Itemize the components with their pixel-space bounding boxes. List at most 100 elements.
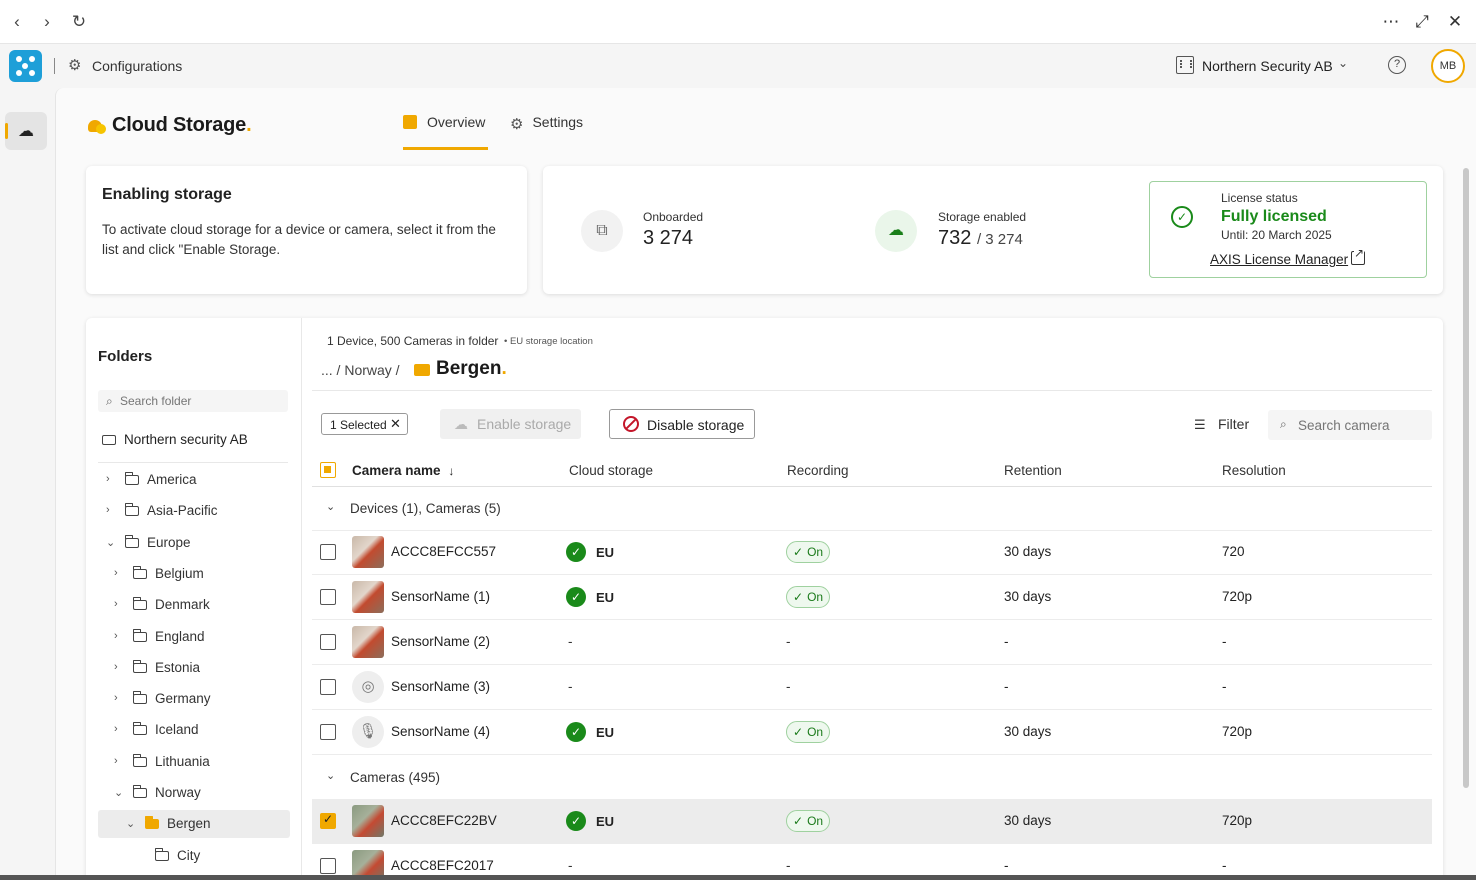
cloud-storage-empty: -: [568, 858, 573, 873]
chevron-down-icon[interactable]: ⌄: [126, 817, 135, 830]
folder-icon: [132, 753, 147, 767]
tab-overview[interactable]: Overview: [403, 114, 488, 150]
external-link-icon[interactable]: [1351, 246, 1365, 265]
check-circle-icon: ✓: [1171, 206, 1193, 228]
group-devices[interactable]: ⌄ Devices (1), Cameras (5): [312, 487, 1432, 531]
folders-divider: [98, 462, 288, 463]
chevron-right-icon[interactable]: ›: [114, 661, 118, 673]
column-cloud-storage[interactable]: Cloud storage: [569, 463, 653, 478]
check-icon: ✓: [793, 545, 804, 559]
chevron-down-icon[interactable]: ⌄: [326, 500, 335, 513]
table-row[interactable]: 🎙 SensorName (4) ✓ EU ✓ On 30 days 720p: [312, 710, 1432, 755]
page-title: Cloud Storage.: [112, 114, 252, 136]
folder-item[interactable]: City: [86, 842, 302, 870]
table-row[interactable]: SensorName (1) ✓ EU ✓ On 30 days 720p: [312, 575, 1432, 620]
row-checkbox[interactable]: [320, 589, 336, 605]
table-row[interactable]: SensorName (2) - - - -: [312, 620, 1432, 665]
folder-item[interactable]: › Iceland: [86, 716, 302, 744]
close-window-icon[interactable]: ✕: [1443, 10, 1467, 34]
recording-badge: ✓ On: [786, 721, 830, 743]
folder-root[interactable]: Northern security AB: [102, 432, 248, 447]
chevron-right-icon[interactable]: ›: [114, 567, 118, 579]
table-row[interactable]: ◎ SensorName (3) - - - -: [312, 665, 1432, 710]
folder-item[interactable]: › America: [86, 466, 302, 494]
chevron-right-icon[interactable]: ›: [106, 473, 110, 485]
disable-storage-button[interactable]: Disable storage: [609, 409, 755, 439]
breadcrumb[interactable]: ... / Norway /: [321, 362, 400, 378]
folder-item[interactable]: › Asia-Pacific: [86, 497, 302, 525]
folder-item[interactable]: › Denmark: [86, 591, 302, 619]
camera-name: ACCC8EFC2017: [391, 858, 494, 873]
app-logo-icon[interactable]: [9, 50, 42, 82]
chevron-down-icon[interactable]: ⌄: [326, 769, 335, 782]
row-checkbox[interactable]: [320, 544, 336, 560]
help-icon[interactable]: ?: [1388, 56, 1406, 74]
cloud-storage-empty: -: [568, 634, 573, 649]
back-icon[interactable]: ‹: [6, 11, 28, 33]
folder-item-label: Estonia: [155, 659, 201, 675]
camera-search[interactable]: ⌕: [1268, 410, 1432, 440]
chevron-right-icon[interactable]: ›: [114, 755, 118, 767]
folder-item[interactable]: ⌄ Bergen: [98, 810, 290, 839]
user-avatar[interactable]: MB: [1431, 49, 1465, 83]
folder-item-label: Denmark: [155, 597, 210, 613]
column-resolution[interactable]: Resolution: [1222, 463, 1286, 478]
forward-icon[interactable]: ›: [36, 11, 58, 33]
organization-selector[interactable]: Northern Security AB: [1202, 58, 1333, 74]
folder-item[interactable]: ⌄ Europe: [86, 529, 302, 557]
recording-empty: -: [786, 634, 791, 649]
folder-item[interactable]: › Belgium: [86, 560, 302, 588]
row-checkbox[interactable]: [320, 812, 336, 829]
folder-item[interactable]: › Lithuania: [86, 748, 302, 776]
filter-icon: ☰: [1194, 417, 1206, 432]
folder-item[interactable]: › Germany: [86, 685, 302, 713]
folder-item[interactable]: › England: [86, 623, 302, 651]
retention-value: -: [1004, 634, 1009, 649]
chevron-right-icon[interactable]: ›: [114, 723, 118, 735]
row-checkbox[interactable]: [320, 634, 336, 650]
filter-button[interactable]: ☰ Filter: [1194, 416, 1249, 433]
camera-name: SensorName (2): [391, 634, 491, 649]
chevron-right-icon[interactable]: ›: [114, 630, 118, 642]
resolution-value: 720: [1222, 544, 1245, 559]
folder-item[interactable]: ⌄ Norway: [86, 779, 302, 807]
enable-storage-button[interactable]: ☁ Enable storage: [440, 409, 581, 439]
select-all-checkbox[interactable]: [320, 462, 336, 478]
current-folder-title: Bergen.: [436, 358, 507, 379]
chevron-right-icon[interactable]: ›: [114, 598, 118, 610]
scrollbar[interactable]: [1463, 168, 1469, 788]
folder-icon: [132, 722, 147, 736]
table-row[interactable]: ACCC8EFC22BV ✓EU ✓On 30 days 720p: [312, 799, 1432, 844]
rail-item-cloud-storage[interactable]: ☁: [5, 112, 47, 150]
selected-chip[interactable]: 1 Selected ✕: [321, 413, 408, 435]
tab-settings[interactable]: ⚙ Settings: [510, 114, 590, 150]
chevron-down-icon[interactable]: ⌄: [1338, 56, 1348, 70]
more-options-icon[interactable]: ⋯: [1379, 10, 1403, 34]
row-checkbox[interactable]: [320, 724, 336, 740]
retention-value: -: [1004, 858, 1009, 873]
chevron-right-icon[interactable]: ›: [106, 504, 110, 516]
column-camera-name[interactable]: Camera name ↓: [352, 463, 454, 478]
header-divider: [54, 58, 55, 74]
folder-item[interactable]: › Estonia: [86, 654, 302, 682]
row-checkbox[interactable]: [320, 679, 336, 695]
refresh-icon[interactable]: ↻: [68, 11, 90, 33]
chevron-down-icon[interactable]: ⌄: [114, 786, 123, 799]
resolution-value: -: [1222, 679, 1227, 694]
column-recording[interactable]: Recording: [787, 463, 849, 478]
column-retention[interactable]: Retention: [1004, 463, 1062, 478]
close-icon[interactable]: ✕: [390, 416, 401, 432]
camera-thumbnail: [352, 626, 384, 658]
row-checkbox[interactable]: [320, 858, 336, 874]
section-title[interactable]: Configurations: [92, 58, 182, 74]
camera-search-input[interactable]: [1298, 417, 1423, 433]
folder-search[interactable]: ⌕: [98, 390, 288, 412]
group-cameras[interactable]: ⌄ Cameras (495): [312, 756, 1432, 800]
table-row[interactable]: ACCC8EFCC557 ✓ EU ✓ On 30 days 720: [312, 530, 1432, 575]
chevron-down-icon[interactable]: ⌄: [106, 536, 115, 549]
open-external-icon[interactable]: ⤢: [1410, 10, 1434, 34]
license-manager-link[interactable]: AXIS License Manager: [1210, 252, 1348, 267]
chevron-right-icon[interactable]: ›: [114, 692, 118, 704]
folder-search-input[interactable]: [120, 393, 280, 409]
retention-value: 30 days: [1004, 724, 1052, 739]
